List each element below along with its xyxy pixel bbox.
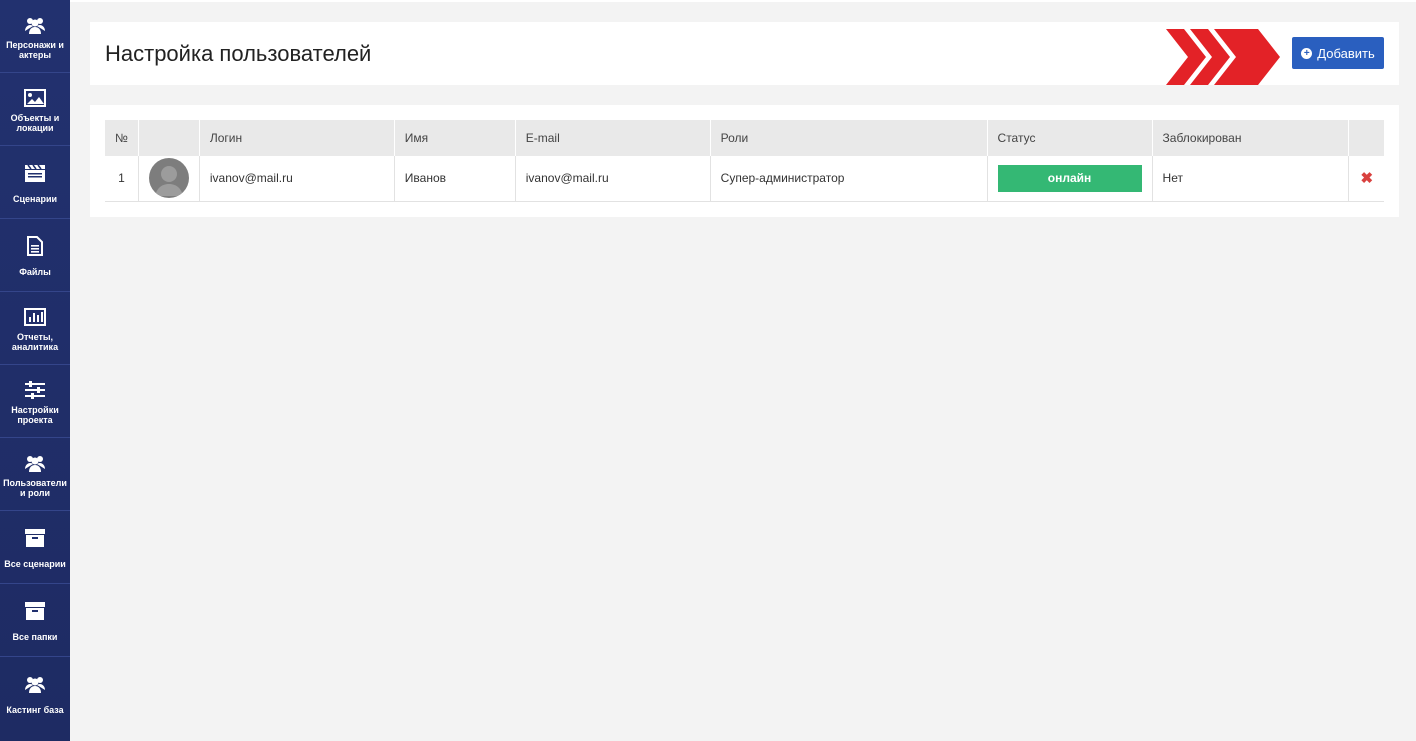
column-header-number[interactable]: №	[105, 120, 139, 156]
avatar-cell	[138, 156, 200, 201]
actions-cell: ✖	[1349, 156, 1384, 201]
login-cell: ivanov@mail.ru	[199, 156, 395, 201]
avatar[interactable]	[148, 158, 189, 199]
sidebar-item-label: Объекты и локации	[10, 112, 60, 133]
row-number: 1	[105, 156, 139, 201]
table-header-row: № Логин Имя E-mail Роли Статус Заблокиро…	[105, 120, 1384, 156]
sidebar-item-label: Настройки проекта	[11, 404, 59, 425]
top-bar	[70, 0, 1416, 2]
sidebar-item-casting[interactable]: Кастинг база	[0, 657, 70, 730]
sidebar-item-label: Отчеты, аналитика	[11, 331, 59, 352]
page-title: Настройка пользователей	[105, 41, 372, 66]
column-header-name[interactable]: Имя	[394, 120, 516, 156]
users-icon	[24, 453, 46, 473]
sidebar-item-label: Сценарии	[12, 193, 58, 204]
users-panel: № Логин Имя E-mail Роли Статус Заблокиро…	[90, 105, 1399, 217]
sidebar-item-label: Все папки	[12, 631, 58, 642]
add-button-label: Добавить	[1317, 45, 1375, 61]
add-user-button[interactable]: + Добавить	[1292, 37, 1384, 69]
sidebar-item-scripts[interactable]: Сценарии	[0, 146, 70, 219]
table-row[interactable]: 1 ivanov@mail.ru Иванов ivanov@mail.ru С…	[105, 156, 1384, 201]
column-header-blocked[interactable]: Заблокирован	[1152, 120, 1350, 156]
delete-icon[interactable]: ✖	[1359, 169, 1374, 187]
sidebar-item-users[interactable]: Пользователи и роли	[0, 438, 70, 511]
sidebar-item-reports[interactable]: Отчеты, аналитика	[0, 292, 70, 365]
column-header-login[interactable]: Логин	[199, 120, 395, 156]
email-cell: ivanov@mail.ru	[515, 156, 711, 201]
image-icon	[24, 88, 46, 108]
status-cell: онлайн	[987, 156, 1153, 201]
clapperboard-icon	[24, 163, 46, 183]
sidebar-item-all-scripts[interactable]: Все сценарии	[0, 511, 70, 584]
sidebar-item-label: Пользователи и роли	[3, 477, 67, 498]
sidebar-item-label: Персонажи и актеры	[6, 39, 64, 60]
sidebar-item-label: Все сценарии	[4, 558, 66, 569]
sidebar-item-characters[interactable]: Персонажи и актеры	[0, 0, 70, 73]
blocked-cell: Нет	[1152, 156, 1350, 201]
archive-icon	[24, 528, 46, 548]
sidebar: Персонажи и актеры Объекты и локации Сце…	[0, 0, 70, 741]
sliders-icon	[24, 380, 46, 400]
name-cell: Иванов	[394, 156, 516, 201]
chart-icon	[24, 307, 46, 327]
column-header-roles[interactable]: Роли	[710, 120, 988, 156]
column-header-avatar	[138, 120, 200, 156]
role-cell: Супер-администратор	[710, 156, 988, 201]
sidebar-item-label: Файлы	[19, 266, 51, 277]
column-header-actions	[1349, 120, 1384, 156]
column-header-email[interactable]: E-mail	[515, 120, 711, 156]
page-header: Настройка пользователей + Добавить	[90, 22, 1399, 85]
sidebar-item-files[interactable]: Файлы	[0, 219, 70, 292]
archive-icon	[24, 601, 46, 621]
plus-circle-icon: +	[1301, 47, 1313, 59]
chevron-arrows-icon	[1166, 29, 1280, 85]
users-icon	[24, 15, 46, 35]
sidebar-item-all-folders[interactable]: Все папки	[0, 584, 70, 657]
status-badge: онлайн	[997, 164, 1142, 192]
column-header-status[interactable]: Статус	[987, 120, 1153, 156]
users-table: № Логин Имя E-mail Роли Статус Заблокиро…	[105, 120, 1384, 202]
users-icon	[24, 674, 46, 694]
file-icon	[24, 235, 46, 256]
sidebar-item-label: Кастинг база	[6, 705, 64, 715]
sidebar-item-objects[interactable]: Объекты и локации	[0, 73, 70, 146]
sidebar-item-project-settings[interactable]: Настройки проекта	[0, 365, 70, 438]
user-silhouette-icon	[154, 166, 183, 197]
